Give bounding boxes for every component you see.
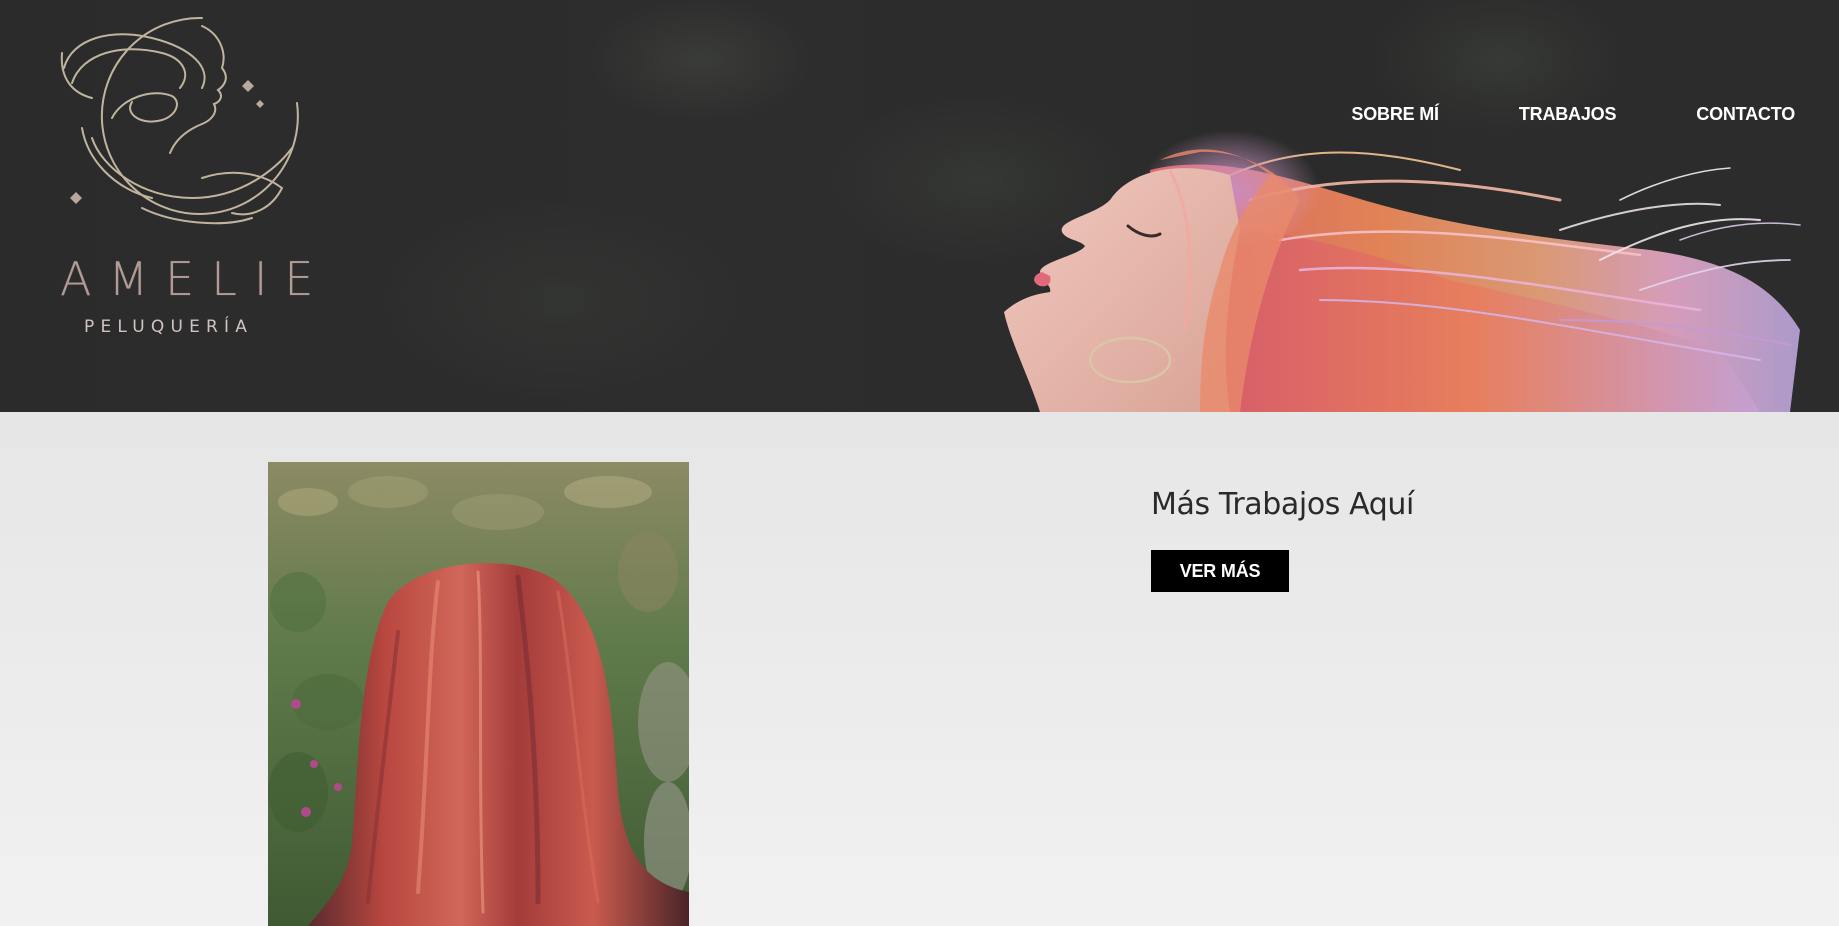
nav-link-trabajos[interactable]: TRABAJOS	[1519, 104, 1617, 125]
logo[interactable]: AMELIE PELUQUERÍA	[48, 8, 328, 348]
hero-banner: AMELIE PELUQUERÍA SOBRE MÍ TRABAJOS CONT…	[0, 0, 1839, 412]
work-image	[268, 462, 689, 926]
nav-link-sobre-mi[interactable]: SOBRE MÍ	[1351, 104, 1439, 125]
more-works-title: Más Trabajos Aquí	[1151, 487, 1414, 522]
brand-name: AMELIE	[60, 252, 331, 306]
ver-mas-button[interactable]: VER MÁS	[1151, 550, 1289, 592]
woman-profile-line-art-icon	[60, 16, 299, 225]
nav-link-contacto[interactable]: CONTACTO	[1696, 104, 1795, 125]
page: AMELIE PELUQUERÍA SOBRE MÍ TRABAJOS CONT…	[0, 0, 1839, 926]
main-nav: SOBRE MÍ TRABAJOS CONTACTO	[1351, 104, 1795, 125]
brand-tagline: PELUQUERÍA	[84, 317, 254, 337]
more-works-section: Más Trabajos Aquí VER MÁS	[1151, 487, 1414, 592]
